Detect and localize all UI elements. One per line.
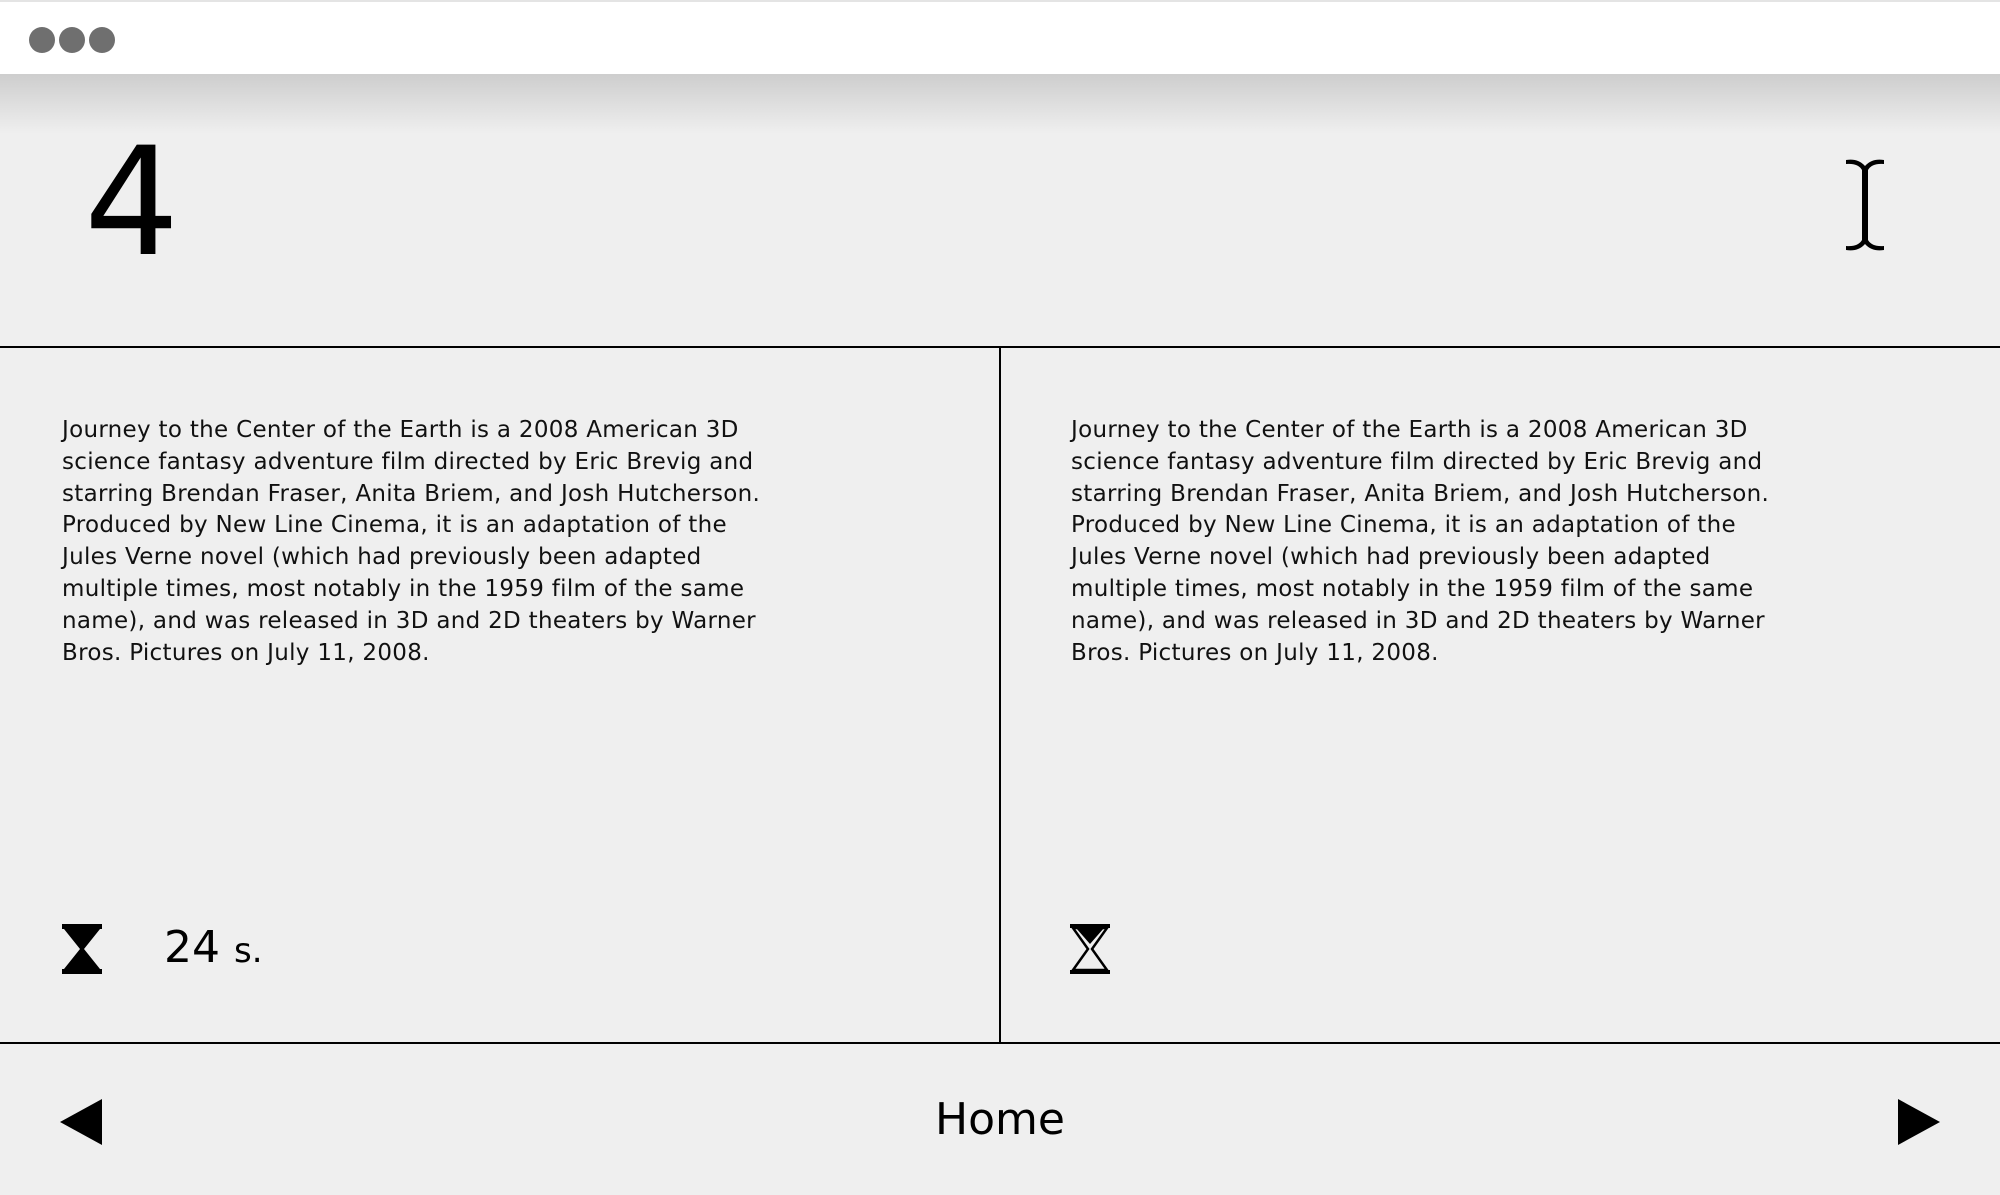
window-close-dot[interactable]	[29, 27, 55, 53]
titlebar-shadow	[0, 74, 2000, 134]
page-counter: 4	[84, 116, 180, 290]
window-maximize-dot[interactable]	[89, 27, 115, 53]
window-minimize-dot[interactable]	[59, 27, 85, 53]
panel-text: Journey to the Center of the Earth is a …	[1071, 417, 1770, 666]
footer-divider	[0, 1042, 2000, 1044]
triangle-right-icon[interactable]	[1896, 1097, 1942, 1147]
hourglass-filled-icon	[62, 924, 102, 974]
triangle-left-icon[interactable]	[58, 1097, 104, 1147]
hourglass-empty-icon	[1070, 924, 1110, 974]
timer-value: 24	[164, 922, 220, 973]
window-titlebar	[0, 0, 2000, 74]
timer-readout: 24 s.	[164, 918, 263, 981]
timer-unit: s.	[234, 931, 263, 971]
panel-text: Journey to the Center of the Earth is a …	[62, 417, 761, 666]
panel-divider	[999, 346, 1001, 1044]
home-link[interactable]: Home	[900, 1090, 1100, 1150]
text-cursor-icon	[1846, 159, 1884, 251]
